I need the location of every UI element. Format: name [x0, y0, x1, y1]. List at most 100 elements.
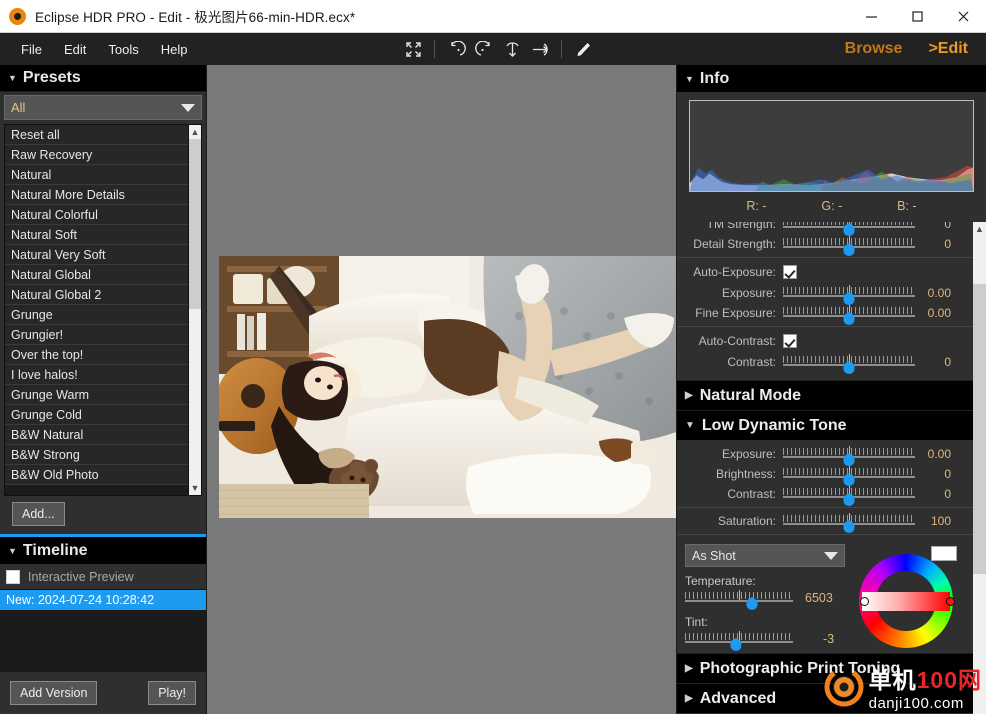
interactive-preview-checkbox[interactable]: [6, 569, 20, 584]
preset-item[interactable]: B&W Natural: [5, 425, 188, 445]
slider-row-contrast[interactable]: Contrast: 0: [677, 352, 973, 374]
menu-item-tools[interactable]: Tools: [97, 38, 149, 61]
collapse-triangle-icon: ▼: [8, 545, 17, 556]
presets-scroll-thumb[interactable]: [189, 139, 201, 309]
advanced-header[interactable]: ▶ Advanced: [677, 683, 973, 713]
slider-row-ldt-contrast[interactable]: Contrast: 0: [677, 484, 973, 506]
temperature-row[interactable]: 6503: [685, 588, 845, 610]
auto-contrast-checkbox[interactable]: [783, 334, 797, 348]
menu-item-file[interactable]: File: [10, 38, 53, 61]
edit-tab[interactable]: >Edit: [928, 40, 968, 58]
flip-vertical-icon[interactable]: [499, 36, 525, 62]
timeline-version-item[interactable]: New: 2024-07-24 10:28:42: [0, 590, 206, 610]
presets-filter-dropdown[interactable]: All: [4, 95, 202, 120]
fine-exposure-slider[interactable]: [783, 303, 915, 325]
image-preview-area[interactable]: [207, 65, 676, 714]
white-balance-swatch[interactable]: [931, 546, 957, 561]
preset-item[interactable]: Natural More Details: [5, 185, 188, 205]
auto-exposure-checkbox[interactable]: [783, 265, 797, 279]
fit-screen-icon[interactable]: [400, 36, 426, 62]
rotate-right-icon[interactable]: [471, 36, 497, 62]
exposure-value: 0.00: [927, 286, 951, 300]
preset-item[interactable]: B&W Strong: [5, 445, 188, 465]
slider-row-tm-strength[interactable]: TM Strength: 0: [677, 222, 973, 236]
histogram: [689, 100, 974, 192]
preset-item[interactable]: Natural Soft: [5, 225, 188, 245]
preset-item[interactable]: Natural Global: [5, 265, 188, 285]
scroll-up-icon[interactable]: ▲: [973, 222, 986, 236]
maximize-button[interactable]: [894, 0, 940, 33]
settings-scroll-thumb[interactable]: [973, 284, 986, 574]
slider-row-saturation[interactable]: Saturation: 100: [677, 511, 973, 533]
close-button[interactable]: [940, 0, 986, 33]
preset-item[interactable]: Reset all: [5, 125, 188, 145]
settings-scroll-track[interactable]: [973, 236, 986, 714]
slider-row-ldt-exposure[interactable]: Exposure: 0.00: [677, 444, 973, 466]
auto-contrast-row[interactable]: Auto-Contrast:: [677, 330, 973, 352]
natural-mode-header[interactable]: ▶ Natural Mode: [677, 380, 973, 410]
preset-item[interactable]: I love halos!: [5, 365, 188, 385]
preset-item[interactable]: Grunge Warm: [5, 385, 188, 405]
slider-row-exposure[interactable]: Exposure: 0.00: [677, 283, 973, 305]
timeline-section-header[interactable]: ▼ Timeline: [0, 537, 206, 564]
settings-divider: [677, 257, 973, 258]
timeline-version-list[interactable]: New: 2024-07-24 10:28:42: [0, 589, 206, 672]
exposure-slider[interactable]: [783, 283, 915, 305]
preset-item[interactable]: Over the top!: [5, 345, 188, 365]
presets-list[interactable]: Reset all Raw Recovery Natural Natural More…: [4, 124, 202, 496]
preview-image-content: [219, 256, 676, 518]
preset-item[interactable]: Natural Very Soft: [5, 245, 188, 265]
ldt-brightness-slider[interactable]: [783, 464, 915, 486]
presets-scroll-track[interactable]: [189, 139, 201, 481]
rotate-left-icon[interactable]: [443, 36, 469, 62]
info-section-header[interactable]: ▼ Info: [677, 65, 986, 92]
white-balance-preset-dropdown[interactable]: As Shot: [685, 544, 845, 567]
pen-tool-icon[interactable]: [570, 36, 596, 62]
slider-row-detail-strength[interactable]: Detail Strength: 0: [677, 234, 973, 256]
contrast-slider[interactable]: [783, 352, 915, 374]
preset-item[interactable]: Raw Recovery: [5, 145, 188, 165]
preset-item[interactable]: Grunge Cold: [5, 405, 188, 425]
minimize-button[interactable]: [848, 0, 894, 33]
ldt-exposure-label: Exposure:: [721, 447, 776, 461]
menu-item-help[interactable]: Help: [150, 38, 199, 61]
saturation-slider[interactable]: [783, 511, 915, 533]
preset-item[interactable]: Natural: [5, 165, 188, 185]
photographic-print-toning-header[interactable]: ▶ Photographic Print Toning: [677, 653, 973, 683]
auto-exposure-row[interactable]: Auto-Exposure:: [677, 261, 973, 283]
chevron-down-icon: [824, 551, 838, 560]
preset-item[interactable]: Natural Colorful: [5, 205, 188, 225]
tint-row[interactable]: -3: [685, 629, 845, 651]
slider-row-ldt-brightness[interactable]: Brightness: 0: [677, 464, 973, 486]
detail-strength-slider[interactable]: [783, 234, 915, 256]
tint-slider[interactable]: [685, 629, 793, 651]
presets-section-header[interactable]: ▼ Presets: [0, 65, 206, 92]
presets-scrollbar[interactable]: ▲ ▼: [188, 125, 201, 495]
preset-item[interactable]: Natural Global 2: [5, 285, 188, 305]
color-wheel-gradient-bar[interactable]: [862, 592, 950, 611]
menu-item-edit[interactable]: Edit: [53, 38, 97, 61]
preset-item[interactable]: Grungier!: [5, 325, 188, 345]
browse-tab[interactable]: Browse: [845, 40, 903, 58]
tm-strength-slider[interactable]: [783, 222, 915, 236]
low-dynamic-tone-header[interactable]: ▼ Low Dynamic Tone: [677, 410, 973, 440]
temperature-slider[interactable]: [685, 588, 793, 610]
preset-item[interactable]: Grunge: [5, 305, 188, 325]
flip-horizontal-icon[interactable]: [527, 36, 553, 62]
preset-item[interactable]: B&W Old Photo: [5, 465, 188, 485]
slider-row-fine-exposure[interactable]: Fine Exposure: 0.00: [677, 303, 973, 325]
scroll-down-icon[interactable]: ▼: [189, 481, 201, 495]
settings-scrollbar[interactable]: ▲: [973, 222, 986, 714]
add-preset-button[interactable]: Add...: [12, 502, 65, 526]
interactive-preview-row[interactable]: Interactive Preview: [0, 564, 206, 589]
add-version-button[interactable]: Add Version: [10, 681, 98, 705]
preview-image[interactable]: [219, 256, 676, 518]
title-bar: Eclipse HDR PRO - Edit - 极光图片66-min-HDR.…: [0, 0, 986, 33]
scroll-up-icon[interactable]: ▲: [189, 125, 201, 139]
ldt-exposure-slider[interactable]: [783, 444, 915, 466]
menu-bar: File Edit Tools Help Browse >Edit: [0, 33, 986, 65]
play-button[interactable]: Play!: [148, 681, 196, 705]
ldt-contrast-slider[interactable]: [783, 484, 915, 506]
color-wheel-handle-left[interactable]: [860, 597, 869, 606]
color-wheel-handle-right[interactable]: [946, 597, 955, 606]
